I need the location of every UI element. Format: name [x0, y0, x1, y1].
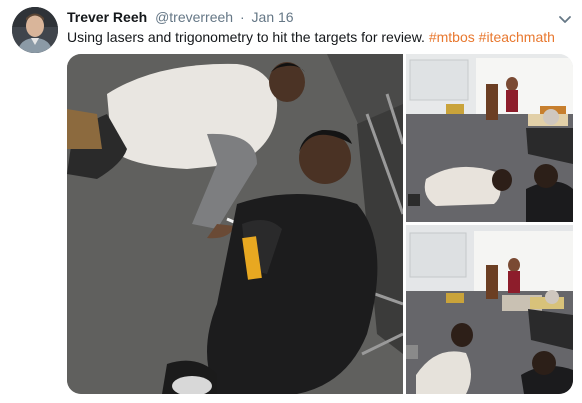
author-handle[interactable]: @treverreeh — [155, 9, 233, 25]
tweet-date[interactable]: Jan 16 — [252, 9, 294, 25]
tweet-text: Using lasers and trigonometry to hit the… — [67, 28, 555, 46]
tweet[interactable]: Trever Reeh @treverreeh · Jan 16 Using l… — [0, 0, 582, 403]
author-name[interactable]: Trever Reeh — [67, 9, 147, 25]
avatar[interactable] — [12, 7, 58, 53]
tweet-header: Trever Reeh @treverreeh · Jan 16 — [67, 8, 294, 26]
tweet-body: Using lasers and trigonometry to hit the… — [67, 29, 425, 45]
chevron-down-icon[interactable] — [558, 12, 572, 23]
hashtag-link[interactable]: #iteachmath — [479, 29, 555, 45]
photo-classroom-1[interactable] — [406, 54, 573, 222]
separator-dot: · — [239, 9, 245, 25]
photo-classroom-2[interactable] — [406, 225, 573, 394]
media-grid — [67, 54, 573, 394]
hashtag-link[interactable]: #mtbos — [429, 29, 475, 45]
photo-main[interactable] — [67, 54, 403, 394]
